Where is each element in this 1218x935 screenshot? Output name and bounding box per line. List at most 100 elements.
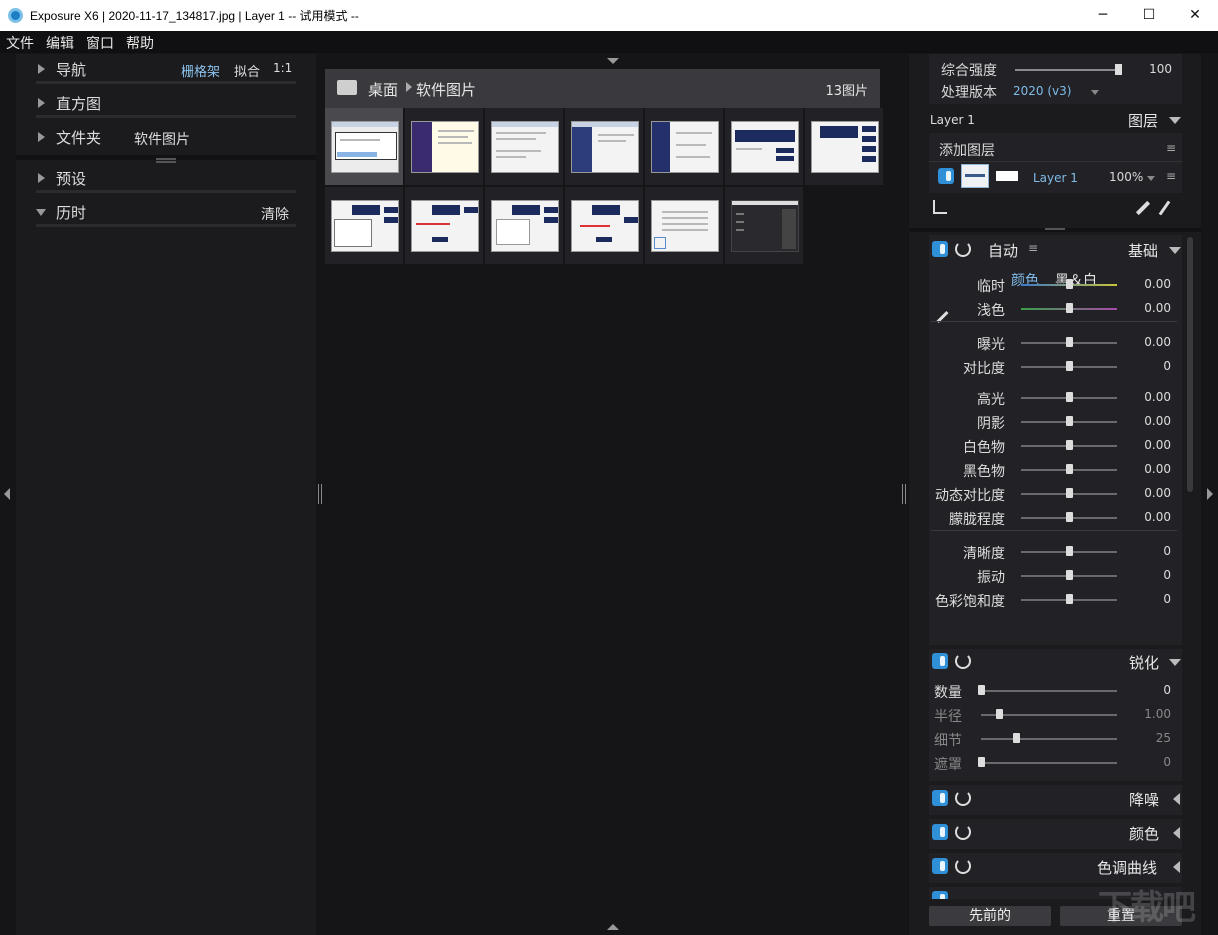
breadcrumb-desktop[interactable]: 桌面 (368, 79, 398, 100)
process-version-select[interactable]: 2020 (v3) (1013, 84, 1071, 98)
adjustment-slider-row[interactable]: 清晰度 0 (929, 540, 1182, 564)
slider-knob[interactable] (1066, 570, 1073, 580)
slider-value[interactable]: 0.00 (1144, 510, 1171, 524)
sharpen-enable-toggle[interactable] (932, 653, 948, 669)
menu-icon[interactable]: ≡ (1028, 241, 1038, 255)
adjustment-slider-row[interactable]: 阴影 0.00 (929, 410, 1182, 434)
folders-section[interactable]: 文件夹 软件图片 (36, 122, 296, 152)
fit-view-option[interactable]: 拟合 (234, 61, 260, 80)
histogram-section[interactable]: 直方图 (36, 88, 296, 118)
menu-icon[interactable]: ≡ (1166, 141, 1176, 155)
slider-value[interactable]: 0.00 (1144, 438, 1171, 452)
color-enable-toggle[interactable] (932, 824, 948, 840)
slider-value[interactable]: 0.00 (1144, 486, 1171, 500)
slider-track[interactable] (978, 757, 1117, 767)
presets-section[interactable]: 预设 (36, 163, 296, 193)
noise-reduction-panel[interactable]: 降噪 (929, 785, 1182, 815)
slider-knob[interactable] (1066, 337, 1073, 347)
collapse-bottom-arrow[interactable] (607, 924, 619, 930)
basic-enable-toggle[interactable] (932, 241, 948, 257)
slider-knob[interactable] (1066, 416, 1073, 426)
reset-icon[interactable] (955, 653, 971, 669)
slider-knob[interactable] (995, 709, 1003, 719)
adjustment-slider-row[interactable]: 白色物 0.00 (929, 434, 1182, 458)
reset-icon[interactable] (955, 858, 971, 874)
layer-menu-icon[interactable]: ≡ (1166, 169, 1176, 183)
thumbnail[interactable] (325, 108, 403, 185)
adjustment-slider-row[interactable]: 色彩饱和度 0 (929, 588, 1182, 612)
slider-value[interactable]: 0 (1163, 592, 1171, 606)
collapse-left-panel-arrow[interactable] (4, 488, 10, 500)
layer-mask-thumbnail[interactable] (996, 171, 1018, 181)
slider-knob[interactable] (1066, 361, 1073, 371)
menu-help[interactable]: 帮助 (126, 33, 154, 53)
adjustment-slider-row[interactable]: 黑色物 0.00 (929, 458, 1182, 482)
add-layer-button[interactable]: 添加图层 (939, 140, 995, 160)
slider-knob[interactable] (1066, 512, 1073, 522)
left-splitter-handle[interactable] (318, 484, 322, 504)
slider-knob[interactable] (1066, 279, 1073, 289)
thumbnail[interactable] (725, 187, 803, 264)
slider-track[interactable] (1021, 512, 1117, 522)
slider-knob[interactable] (978, 757, 985, 767)
slider-value[interactable]: 0.00 (1144, 277, 1171, 291)
layer-name[interactable]: Layer 1 (1033, 171, 1078, 185)
slider-knob[interactable] (1114, 64, 1122, 75)
slider-track[interactable] (1021, 570, 1117, 580)
right-splitter-handle[interactable] (902, 484, 906, 504)
thumbnail[interactable] (565, 187, 643, 264)
panel-grip[interactable] (156, 158, 176, 160)
thumbnail[interactable] (725, 108, 803, 185)
slider-knob[interactable] (1066, 546, 1073, 556)
panel-scrollbar[interactable] (1187, 237, 1193, 492)
menu-file[interactable]: 文件 (6, 33, 34, 53)
clear-history-button[interactable]: 清除 (261, 204, 289, 224)
panel-grip[interactable] (1045, 228, 1065, 230)
layer-visibility-toggle[interactable] (938, 168, 954, 184)
sharpen-slider-row[interactable]: 数量 0 (929, 679, 1182, 703)
slider-value[interactable]: 0 (1163, 683, 1171, 697)
slider-track[interactable] (1021, 546, 1117, 556)
noise-panel-title[interactable]: 降噪 (1129, 789, 1159, 810)
slider-track[interactable] (981, 709, 1117, 719)
slider-track[interactable] (1021, 361, 1117, 371)
slider-value[interactable]: 0 (1163, 568, 1171, 582)
slider-knob[interactable] (1066, 594, 1073, 604)
overall-strength-slider[interactable] (1015, 64, 1122, 75)
brush-icon[interactable] (1158, 200, 1171, 216)
sharpen-slider-row[interactable]: 细节 25 (929, 727, 1182, 751)
slider-track[interactable] (1021, 303, 1117, 313)
slider-track[interactable] (981, 733, 1117, 743)
thumbnail[interactable] (805, 108, 883, 185)
grid-view-option[interactable]: 栅格架 (181, 61, 220, 80)
adjustment-slider-row[interactable]: 对比度 0 (929, 355, 1182, 379)
reset-icon[interactable] (955, 790, 971, 806)
slider-knob[interactable] (1066, 464, 1073, 474)
noise-enable-toggle[interactable] (932, 790, 948, 806)
thumbnail[interactable] (485, 108, 563, 185)
slider-track[interactable] (1021, 392, 1117, 402)
tonecurve-enable-toggle[interactable] (932, 858, 948, 874)
slider-value[interactable]: 1.00 (1144, 707, 1171, 721)
pen-icon[interactable] (1135, 200, 1151, 216)
thumbnail[interactable] (645, 108, 723, 185)
menu-window[interactable]: 窗口 (86, 33, 114, 53)
layer-thumbnail[interactable] (961, 164, 989, 188)
thumbnail[interactable] (645, 187, 723, 264)
slider-knob[interactable] (1066, 440, 1073, 450)
enable-toggle[interactable] (932, 891, 948, 899)
collapse-top-arrow[interactable] (607, 58, 619, 64)
slider-value[interactable]: 0 (1163, 544, 1171, 558)
navigation-section[interactable]: 导航 栅格架 拟合 1:1 (36, 54, 296, 84)
slider-value[interactable]: 0 (1163, 755, 1171, 769)
thumbnail[interactable] (325, 187, 403, 264)
slider-track[interactable] (1021, 594, 1117, 604)
tone-curve-panel-title[interactable]: 色调曲线 (1097, 857, 1157, 878)
reset-icon[interactable] (955, 241, 971, 257)
slider-value[interactable]: 0.00 (1144, 390, 1171, 404)
slider-track[interactable] (1021, 416, 1117, 426)
color-panel[interactable]: 颜色 (929, 819, 1182, 849)
layer-opacity[interactable]: 100% (1109, 170, 1143, 184)
history-section[interactable]: 历时 清除 (36, 197, 296, 227)
thumbnail[interactable] (405, 187, 483, 264)
